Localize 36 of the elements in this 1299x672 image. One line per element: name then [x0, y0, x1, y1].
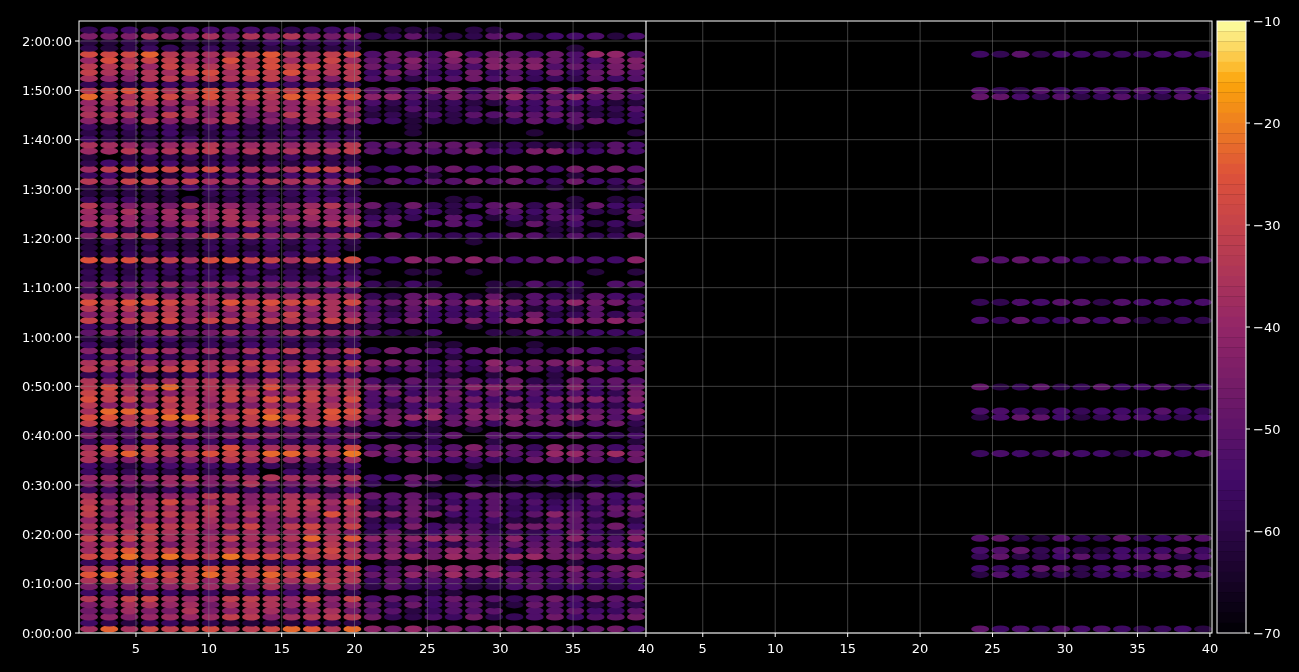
y-axis-label: 1:30:00	[21, 181, 72, 197]
x-axis-label: 20	[911, 641, 929, 656]
colorbar-label: −40	[1253, 319, 1281, 335]
colorbar-label: −30	[1253, 217, 1281, 233]
x-axis-label: 10	[200, 641, 218, 656]
colorbar-label: −60	[1253, 523, 1281, 539]
x-axis-label: 25	[419, 641, 436, 656]
x-axis-label: 35	[564, 641, 582, 656]
y-axis-label: 2:00:00	[21, 33, 72, 49]
colorbar-label: −10	[1253, 13, 1281, 29]
y-axis-label: 0:40:00	[21, 428, 72, 444]
y-axis-label: 1:40:00	[21, 132, 72, 148]
x-axis-label: 10	[766, 641, 784, 656]
x-axis-label: 35	[1129, 641, 1146, 656]
colorbar-label: −70	[1253, 625, 1281, 641]
x-axis-label: 5	[698, 641, 707, 656]
x-axis-label: 15	[839, 641, 856, 656]
y-axis-label: 0:30:00	[21, 477, 72, 493]
x-axis-label: 40	[637, 641, 655, 656]
y-axis-label: 1:10:00	[21, 280, 72, 296]
x-axis-label: 5	[131, 641, 141, 656]
colorbar-label: −20	[1253, 115, 1281, 131]
colorbar-label: −50	[1253, 421, 1281, 437]
y-axis-label: 1:50:00	[21, 82, 72, 98]
y-axis-label: 0:10:00	[21, 576, 72, 592]
x-axis-label: 20	[346, 641, 363, 656]
x-axis-label: 30	[491, 641, 509, 656]
x-axis-label: 30	[1056, 641, 1074, 656]
y-axis-label: 0:00:00	[21, 625, 72, 641]
y-axis-label: 0:20:00	[21, 526, 72, 542]
y-axis-label: 1:20:00	[21, 230, 72, 246]
x-axis-label: 15	[273, 641, 290, 656]
y-axis-label: 0:50:00	[21, 378, 72, 394]
y-axis-label: 1:00:00	[21, 329, 72, 345]
x-axis-label: 40	[1201, 641, 1219, 656]
x-axis-label: 25	[984, 641, 1001, 656]
